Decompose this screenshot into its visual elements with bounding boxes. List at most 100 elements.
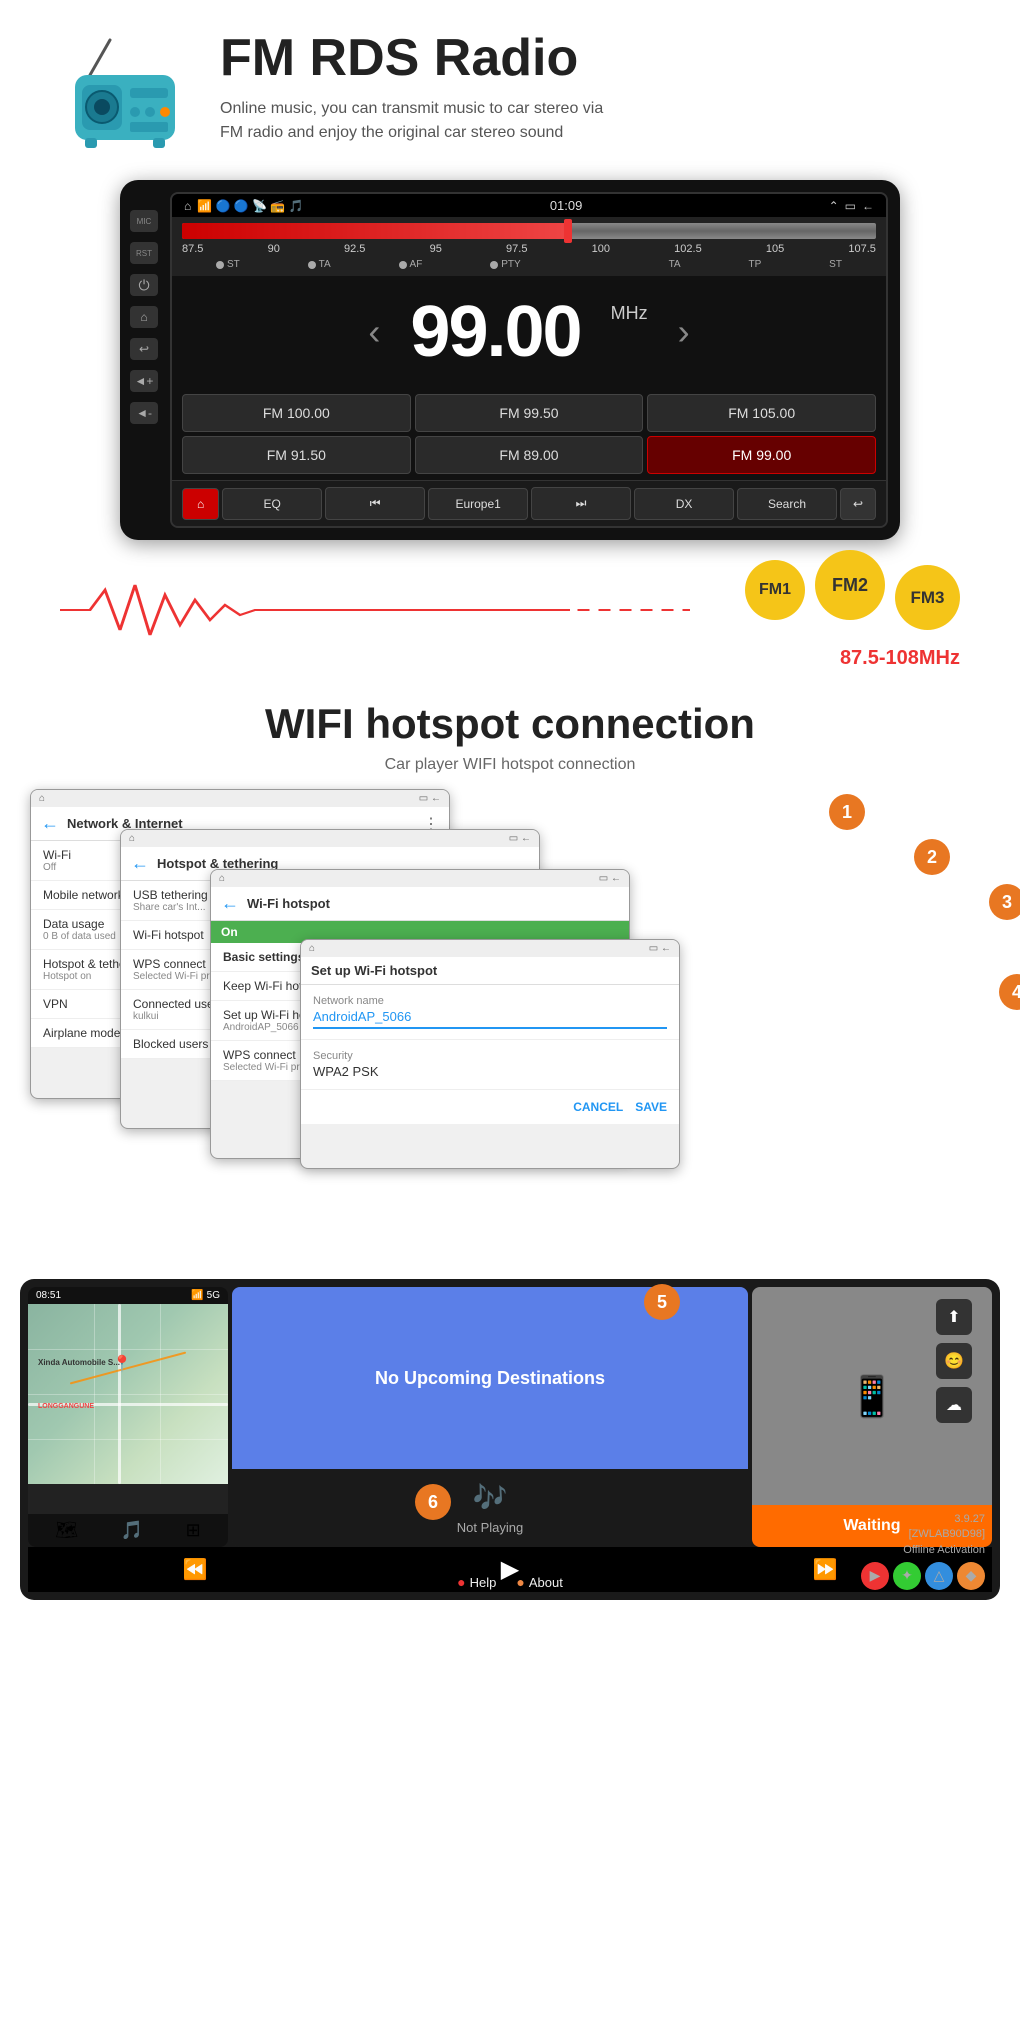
next-btn[interactable]: ⏭ xyxy=(531,487,631,520)
back-btn[interactable]: ↩ xyxy=(840,488,876,520)
freq-value: 99.00 xyxy=(410,291,580,373)
topbar-time: 01:09 xyxy=(550,198,583,213)
screen4-buttons: CANCEL SAVE xyxy=(301,1090,679,1124)
preset-6-active[interactable]: FM 99.00 xyxy=(647,436,876,474)
rst-label[interactable]: RST xyxy=(130,242,158,264)
screen4-security: Security WPA2 PSK xyxy=(301,1040,679,1090)
help-dot: ● xyxy=(457,1574,465,1590)
wifi-screen-4: ⌂ ▭ ← Set up Wi-Fi hotspot Network name … xyxy=(300,939,680,1169)
maps-icon[interactable]: 🗺 xyxy=(55,1520,78,1541)
badge-4: 4 xyxy=(999,974,1020,1010)
map-grid-h3 xyxy=(28,1439,228,1440)
about-item[interactable]: ● About xyxy=(516,1574,562,1590)
badge-1: 1 xyxy=(829,794,865,830)
dx-btn[interactable]: DX xyxy=(634,488,734,520)
cp-not-playing: 🎶 Not Playing xyxy=(232,1469,748,1547)
save-btn[interactable]: SAVE xyxy=(635,1100,667,1114)
radio-screen: ⌂ 📶 🔵 🔵 📡 📻 🎵 01:09 ⌃ ▭ ← xyxy=(170,192,888,528)
back-side-btn[interactable]: ↩ xyxy=(130,338,158,360)
carplay-inner: 08:51 📶 5G xyxy=(28,1287,992,1547)
nav-back-icon: ← xyxy=(862,199,874,213)
grid-icon[interactable]: ⊞ xyxy=(186,1520,201,1541)
carplay-section: 08:51 📶 5G xyxy=(0,1269,1020,1620)
phone-icon: 📱 xyxy=(847,1373,897,1420)
red-icon: ▶ xyxy=(861,1562,889,1590)
fm-desc: Online music, you can transmit music to … xyxy=(220,97,960,145)
map-grid-v2 xyxy=(160,1304,161,1484)
eq-btn[interactable]: EQ xyxy=(222,488,322,520)
cp-status-bar: 08:51 📶 5G xyxy=(28,1287,228,1304)
tuner-numbers: 87.590 92.595 97.5100 102.5105 107.5 xyxy=(182,241,876,257)
help-about-row: ● Help ● About xyxy=(457,1574,563,1590)
badge-3: 3 xyxy=(989,884,1020,920)
fm3-badge: FM3 xyxy=(895,565,960,630)
music-app-icon[interactable]: 🎵 xyxy=(121,1520,143,1541)
search-btn[interactable]: Search xyxy=(737,488,837,520)
fm1-badge: FM1 xyxy=(745,560,805,620)
signal-icons: 📶 🔵 🔵 📡 📻 🎵 xyxy=(197,199,303,213)
topbar-right-icons: ⌃ ▭ ← xyxy=(829,199,874,213)
expand-icon: ⌃ xyxy=(829,199,839,213)
blue-icon: △ xyxy=(925,1562,953,1590)
cp-sidebar: ⬆ 😊 ☁ xyxy=(936,1299,972,1423)
screen-topbar: ⌂ 📶 🔵 🔵 📡 📻 🎵 01:09 ⌃ ▭ ← xyxy=(172,194,886,217)
badge-6: 6 xyxy=(415,1484,451,1520)
preset-5[interactable]: FM 89.00 xyxy=(415,436,644,474)
carplay-center-panel: No Upcoming Destinations 🎶 Not Playing xyxy=(232,1287,748,1547)
wifi-section: WIFI hotspot connection Car player WIFI … xyxy=(0,680,1020,1620)
home-btn[interactable]: ⌂ xyxy=(182,488,219,520)
not-playing-text: Not Playing xyxy=(457,1520,523,1535)
map-area-label: LONGGANGUNE xyxy=(38,1403,94,1410)
car-radio-device: MIC RST ⏻ ⌂ ↩ ◄+ ◄- ⌂ 📶 🔵 🔵 📡 📻 🎵 01:09 xyxy=(0,170,1020,560)
cp-sidebar-icon-2[interactable]: 😊 xyxy=(936,1343,972,1379)
tuner-scale xyxy=(182,223,876,239)
frequency-display: ‹ 99.00 MHz › xyxy=(172,276,886,388)
android-bar-2: ⌂ ▭ ← xyxy=(121,830,539,847)
cp-sidebar-icon-3[interactable]: ☁ xyxy=(936,1387,972,1423)
vol-up-btn[interactable]: ◄+ xyxy=(130,370,158,392)
preset-4[interactable]: FM 91.50 xyxy=(182,436,411,474)
fm-title: FM RDS Radio xyxy=(220,30,960,87)
cancel-btn[interactable]: CANCEL xyxy=(573,1100,623,1114)
vol-dn-btn[interactable]: ◄- xyxy=(130,402,158,424)
freq-unit: MHz xyxy=(611,303,648,324)
tuner-fill xyxy=(182,223,564,239)
wifi-title: WIFI hotspot connection xyxy=(60,700,960,748)
about-dot: ● xyxy=(516,1574,524,1590)
no-dest-text: No Upcoming Destinations xyxy=(375,1368,605,1389)
screen3-header: ← Wi-Fi hotspot xyxy=(211,887,629,921)
tuner-mode-labels: ST TA AF PTY TA TP ST xyxy=(182,257,876,272)
window-icon: ▭ xyxy=(845,199,856,213)
home-side-btn[interactable]: ⌂ xyxy=(130,306,158,328)
preset-3[interactable]: FM 105.00 xyxy=(647,394,876,432)
freq-next-btn[interactable]: › xyxy=(678,311,690,353)
car-device-body: MIC RST ⏻ ⌂ ↩ ◄+ ◄- ⌂ 📶 🔵 🔵 📡 📻 🎵 01:09 xyxy=(120,180,900,540)
freq-prev-btn[interactable]: ‹ xyxy=(368,311,380,353)
screen4-network: Network name AndroidAP_5066 xyxy=(301,985,679,1040)
power-btn[interactable]: ⏻ xyxy=(130,274,158,296)
android-bar-3: ⌂ ▭ ← xyxy=(211,870,629,887)
preset-2[interactable]: FM 99.50 xyxy=(415,394,644,432)
orange-icon: ◆ xyxy=(957,1562,985,1590)
map-grid-h2 xyxy=(28,1394,228,1395)
cp-map: Xinda Automobile S... LONGGANGUNE 📍 xyxy=(28,1304,228,1484)
europe1-btn[interactable]: Europe1 xyxy=(428,488,528,520)
rewind-btn[interactable]: ⏪ xyxy=(183,1557,208,1582)
music-bars-icon: 🎶 xyxy=(473,1481,508,1514)
preset-1[interactable]: FM 100.00 xyxy=(182,394,411,432)
fm-rds-section: FM RDS Radio Online music, you can trans… xyxy=(0,0,1020,680)
help-label: Help xyxy=(470,1575,497,1590)
fm-text: FM RDS Radio Online music, you can trans… xyxy=(220,30,960,145)
carplay-map-panel: 08:51 📶 5G xyxy=(28,1287,228,1547)
cp-sidebar-icon-1[interactable]: ⬆ xyxy=(936,1299,972,1335)
android-bar-1: ⌂ ▭ ← xyxy=(31,790,449,807)
wifi-screens-container: 1 ⌂ ▭ ← ← Network & Internet ⋮ Wi-Fi Off xyxy=(0,789,1020,1269)
fm-wave-section: FM1 FM2 FM3 87.5-108MHz xyxy=(0,560,1020,680)
radio-illustration xyxy=(60,30,190,150)
wifi-desc: Car player WIFI hotspot connection xyxy=(60,756,960,774)
fast-forward-btn[interactable]: ⏩ xyxy=(812,1557,837,1582)
bottom-controls-bar: ⌂ EQ ⏮ Europe1 ⏭ DX Search ↩ xyxy=(172,480,886,526)
map-road-v xyxy=(118,1304,121,1484)
prev-btn[interactable]: ⏮ xyxy=(325,487,425,520)
help-item[interactable]: ● Help xyxy=(457,1574,496,1590)
